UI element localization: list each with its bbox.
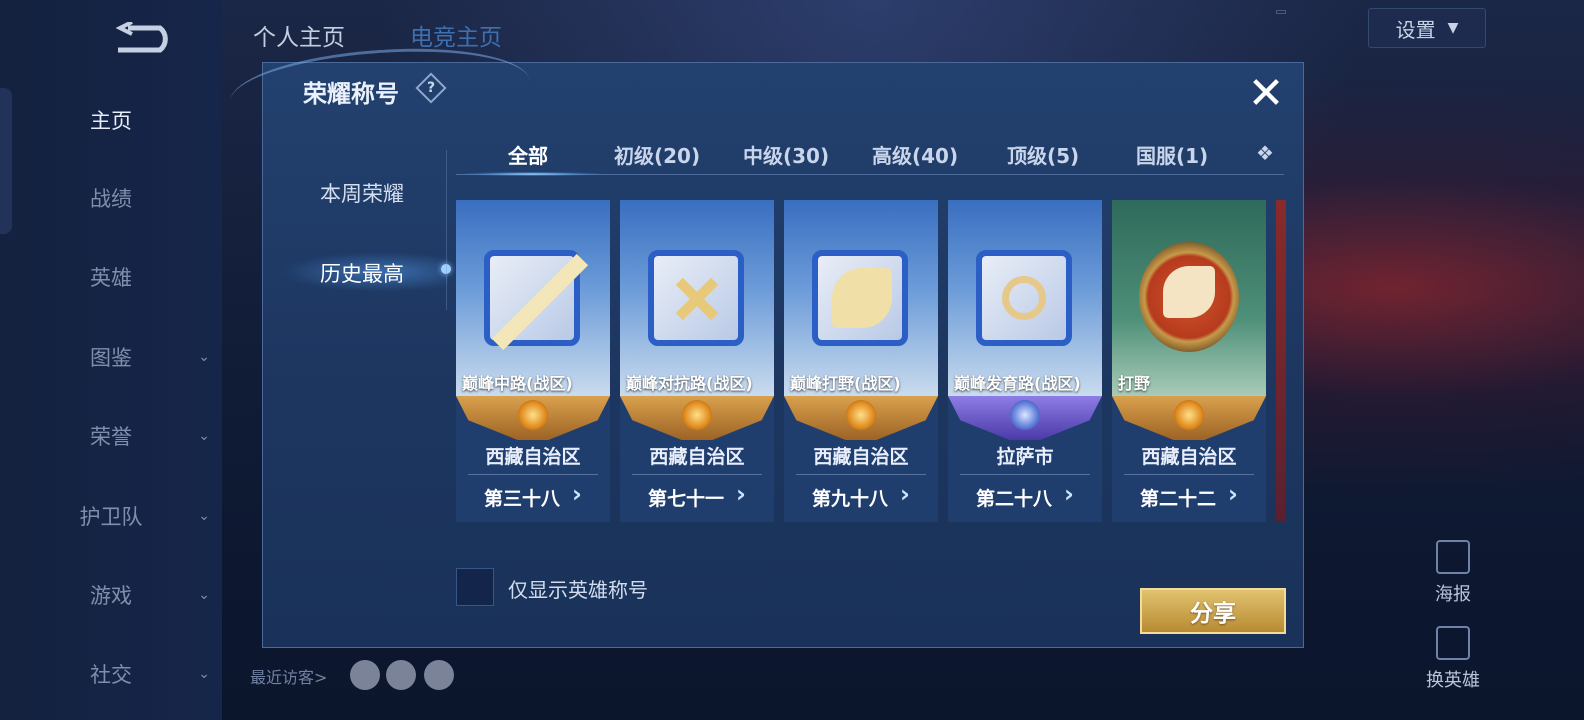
card-title: 巅峰中路(战区) (462, 374, 573, 393)
jungle-dragon-icon (812, 250, 908, 346)
rank-badge-icon (682, 400, 712, 430)
title-card[interactable]: 巅峰发育路(战区) 拉萨市 第二十八 › (948, 200, 1102, 522)
chevron-right-icon[interactable]: › (1064, 480, 1074, 508)
divider (796, 474, 926, 475)
chevron-right-icon[interactable]: › (572, 480, 582, 508)
subnav-weekly-glory[interactable]: 本周荣耀 (320, 178, 404, 208)
avatar[interactable] (424, 660, 454, 690)
title-card[interactable]: 打野 西藏自治区 第二十二 › (1112, 200, 1266, 522)
tab-top[interactable]: 顶级(5) (1007, 140, 1079, 169)
chevron-down-icon: ⌄ (198, 666, 210, 682)
rank-badge-icon (1010, 400, 1040, 430)
next-card-peek[interactable] (1276, 200, 1286, 522)
title-card[interactable]: 巅峰打野(战区) 西藏自治区 第九十八 › (784, 200, 938, 522)
tab-esports-home[interactable]: 电竞主页 (410, 18, 502, 52)
divider (960, 474, 1090, 475)
sidebar-item-gallery[interactable]: 图鉴 ⌄ (0, 337, 222, 377)
mid-lane-icon (484, 250, 589, 351)
card-region: 拉萨市 (996, 446, 1054, 468)
card-title: 巅峰打野(战区) (790, 374, 901, 393)
avatar[interactable] (386, 660, 416, 690)
poster-icon (1436, 540, 1470, 574)
card-title: 打野 (1118, 374, 1151, 393)
sidebar-item-honor[interactable]: 荣誉 ⌄ (0, 416, 222, 456)
card-title: 巅峰发育路(战区) (954, 374, 1081, 393)
tab-advanced[interactable]: 高级(40) (872, 140, 958, 169)
back-icon[interactable] (110, 22, 180, 56)
close-button[interactable]: ✕ (1244, 72, 1288, 116)
tab-beginner[interactable]: 初级(20) (614, 140, 700, 169)
divider (468, 474, 598, 475)
settings-button[interactable]: 设置 ▼ (1368, 8, 1486, 48)
card-rank: 第七十一 (648, 488, 725, 510)
modal-title: 荣耀称号 (303, 80, 399, 108)
card-rank: 第二十二 (1140, 488, 1217, 510)
info-tag (1276, 10, 1286, 14)
tab-intermediate[interactable]: 中级(30) (743, 140, 829, 169)
more-tabs-icon[interactable]: ❖ (1256, 141, 1274, 165)
flame-icon (1436, 626, 1470, 660)
sidebar-item-hero[interactable]: 英雄 (0, 257, 222, 297)
card-region: 西藏自治区 (813, 446, 909, 468)
active-tab-underline (462, 172, 602, 176)
tab-national[interactable]: 国服(1) (1136, 140, 1208, 169)
title-card[interactable]: 巅峰中路(战区) 西藏自治区 第三十八 › (456, 200, 610, 522)
rank-badge-icon (1174, 400, 1204, 430)
tab-all[interactable]: 全部 (508, 140, 548, 169)
divider (446, 150, 447, 310)
sidebar-item-home[interactable]: 主页 (0, 100, 222, 140)
chevron-right-icon[interactable]: › (900, 480, 910, 508)
rank-badge-icon (518, 400, 548, 430)
farm-lane-icon (976, 250, 1072, 346)
dragon-medal-icon (1139, 242, 1239, 352)
card-rank: 第三十八 (484, 488, 561, 510)
chevron-down-icon: ⌄ (198, 428, 210, 444)
chevron-down-icon: ⌄ (198, 349, 210, 365)
sidebar-item-social[interactable]: 社交 ⌄ (0, 654, 222, 694)
sidebar-item-record[interactable]: 战绩 (0, 178, 222, 218)
chevron-down-icon: ⌄ (198, 508, 210, 524)
share-button[interactable]: 分享 (1140, 588, 1286, 634)
chevron-right-icon[interactable]: › (1228, 480, 1238, 508)
card-region: 西藏自治区 (1141, 446, 1237, 468)
change-hero-button[interactable]: 换英雄 (1408, 626, 1498, 692)
checkbox-label: 仅显示英雄称号 (508, 578, 648, 602)
title-card[interactable]: 巅峰对抗路(战区) 西藏自治区 第七十一 › (620, 200, 774, 522)
card-rank: 第二十八 (976, 488, 1053, 510)
card-rank: 第九十八 (812, 488, 889, 510)
divider (632, 474, 762, 475)
hero-title-only-checkbox[interactable] (456, 568, 494, 606)
clash-lane-icon (648, 250, 744, 346)
card-region: 西藏自治区 (485, 446, 581, 468)
card-region: 西藏自治区 (649, 446, 745, 468)
card-title: 巅峰对抗路(战区) (626, 374, 753, 393)
avatar[interactable] (350, 660, 380, 690)
recent-visitors-link[interactable]: 最近访客> (250, 664, 327, 688)
chevron-down-icon: ⌄ (198, 587, 210, 603)
divider (1124, 474, 1254, 475)
subnav-history-best[interactable]: 历史最高 (320, 258, 404, 288)
sidebar: 主页 战绩 英雄 图鉴 ⌄ 荣誉 ⌄ 护卫队 ⌄ 游戏 ⌄ 社交 ⌄ (0, 0, 222, 720)
poster-button[interactable]: 海报 (1408, 540, 1498, 606)
chevron-right-icon[interactable]: › (736, 480, 746, 508)
tab-personal-home[interactable]: 个人主页 (253, 18, 345, 52)
sidebar-item-game[interactable]: 游戏 ⌄ (0, 575, 222, 615)
sidebar-item-guard[interactable]: 护卫队 ⌄ (0, 496, 222, 536)
rank-badge-icon (846, 400, 876, 430)
chevron-down-icon: ▼ (1447, 20, 1459, 36)
